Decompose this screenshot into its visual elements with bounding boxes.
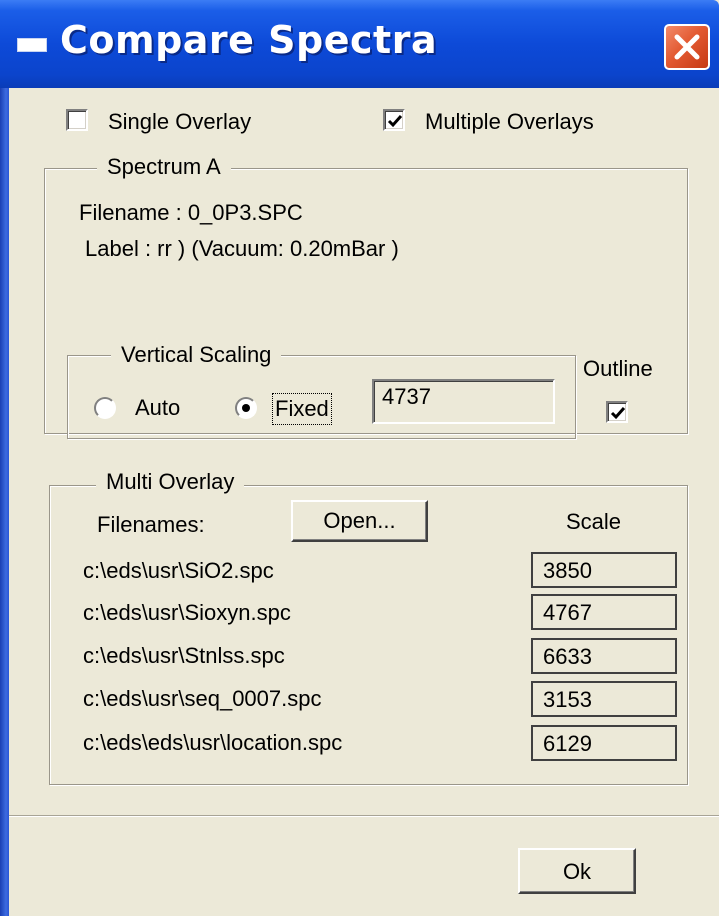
vertical-scaling-legend: Vertical Scaling (111, 342, 282, 368)
overlay-file-path: c:\eds\usr\SiO2.spc (83, 558, 274, 583)
overlay-scale-field[interactable]: 3850 (531, 552, 677, 588)
spectrum-a-filename: Filename : 0_0P3.SPC (79, 200, 303, 225)
filenames-label: Filenames: (97, 512, 205, 537)
multi-overlay-legend: Multi Overlay (96, 469, 245, 495)
overlay-file-path: c:\eds\eds\usr\location.spc (83, 730, 343, 755)
overlay-file-path: c:\eds\usr\Stnlss.spc (83, 643, 285, 668)
multiple-overlays-label[interactable]: Multiple Overlays (425, 109, 594, 135)
fixed-radio-label[interactable]: Fixed (272, 393, 332, 425)
single-overlay-checkbox[interactable] (66, 109, 88, 131)
outline-label: Outline (583, 356, 653, 381)
checkmark-icon (610, 407, 626, 420)
multiple-overlays-checkbox[interactable] (383, 109, 405, 131)
fixed-scale-field[interactable]: 4737 (372, 379, 555, 424)
fixed-radio[interactable] (235, 397, 257, 419)
auto-radio-label[interactable]: Auto (135, 395, 180, 421)
auto-radio[interactable] (94, 397, 116, 419)
outline-checkbox[interactable] (606, 401, 628, 423)
checkmark-icon (387, 115, 403, 128)
overlay-file-path: c:\eds\usr\Sioxyn.spc (83, 600, 291, 625)
open-button[interactable]: Open... (291, 500, 428, 542)
overlay-file-path: c:\eds\usr\seq_0007.spc (83, 686, 322, 711)
overlay-scale-field[interactable]: 3153 (531, 681, 677, 717)
close-icon (674, 34, 700, 60)
ok-button[interactable]: Ok (518, 848, 636, 894)
title-bar[interactable]: Compare Spectra (0, 0, 719, 88)
radio-selected-dot (242, 404, 250, 412)
overlay-scale-field[interactable]: 6129 (531, 725, 677, 761)
compare-spectra-window: Compare Spectra Single Overlay Multiple … (0, 0, 719, 916)
window-title: Compare Spectra (60, 18, 438, 62)
window-menu-icon[interactable] (17, 38, 47, 52)
single-overlay-label[interactable]: Single Overlay (108, 109, 251, 135)
spectrum-a-legend: Spectrum A (97, 154, 231, 180)
spectrum-a-label: Label : rr ) (Vacuum: 0.20mBar ) (85, 236, 399, 261)
overlay-scale-field[interactable]: 6633 (531, 638, 677, 674)
close-button[interactable] (664, 24, 710, 70)
overlay-scale-field[interactable]: 4767 (531, 594, 677, 630)
dialog-body: Single Overlay Multiple Overlays Spectru… (9, 88, 719, 916)
footer-separator (9, 815, 719, 817)
scale-column-header: Scale (566, 509, 622, 534)
